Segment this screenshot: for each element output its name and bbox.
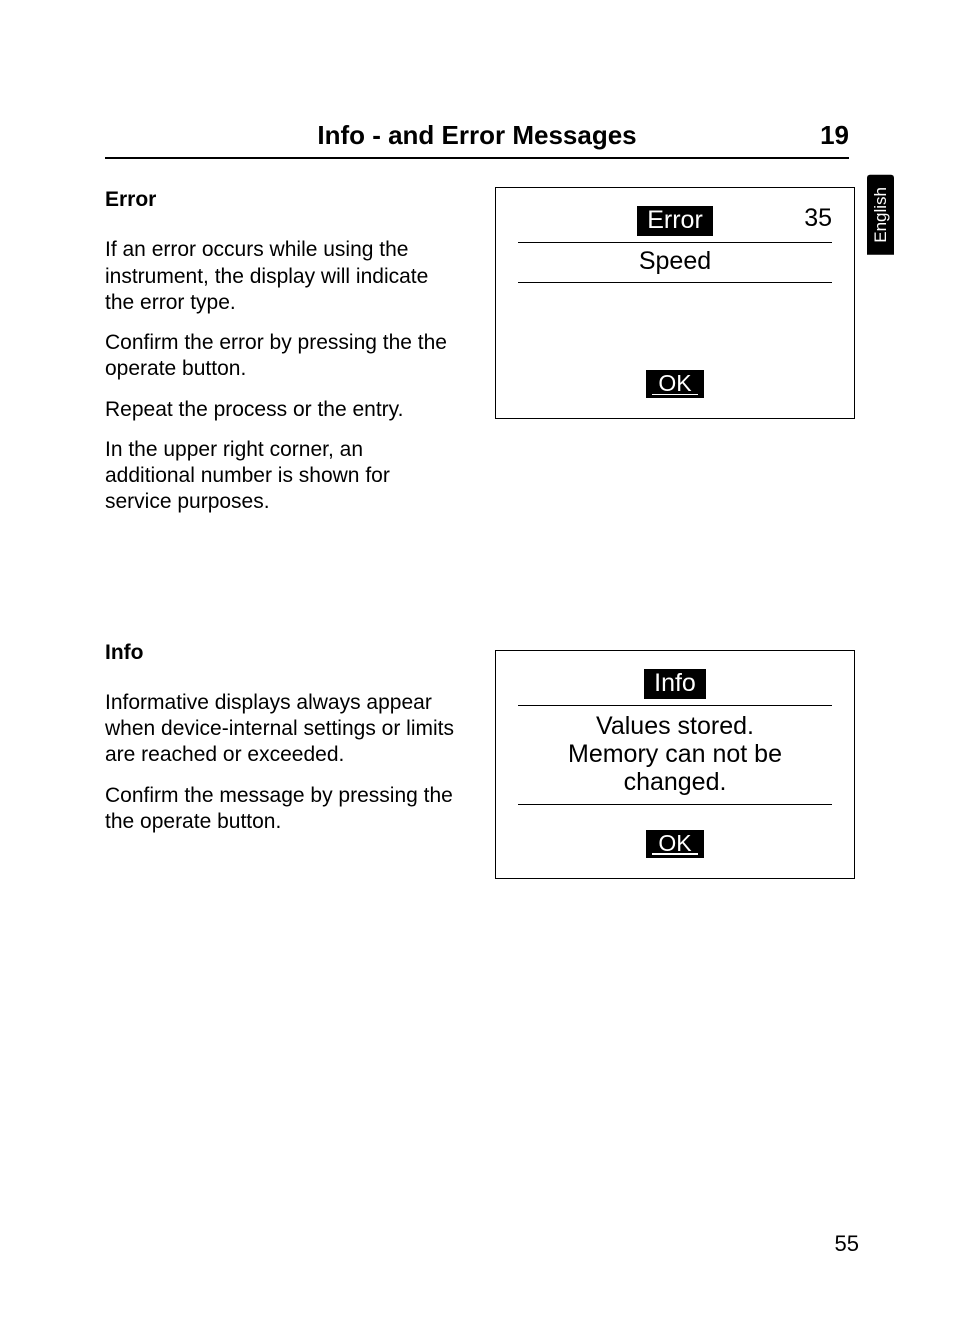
error-badge: Error [637, 206, 713, 236]
info-text-column: Info Informative displays always appear … [105, 640, 455, 879]
info-message-line: Values stored. [596, 712, 754, 740]
language-tab: English [867, 175, 894, 255]
info-heading: Info [105, 640, 455, 666]
info-screen-message: Values stored. Memory can not be changed… [518, 706, 832, 805]
error-paragraph: Repeat the process or the entry. [105, 397, 455, 423]
page-content: Info - and Error Messages 19 Error If an… [0, 0, 954, 879]
page-number: 55 [835, 1231, 859, 1257]
info-screen-title-row: Info [518, 665, 832, 706]
error-screen-spacer [510, 283, 840, 353]
info-screen-ok-row: OK [510, 805, 840, 858]
ok-button[interactable]: OK [646, 830, 703, 858]
chapter-number: 19 [799, 120, 849, 151]
error-section: Error If an error occurs while using the… [105, 187, 849, 530]
info-paragraph: Confirm the message by pressing the the … [105, 783, 455, 836]
error-paragraph: Confirm the error by pressing the the op… [105, 330, 455, 383]
error-type-label: Speed [639, 247, 711, 276]
error-paragraph: In the upper right corner, an additional… [105, 437, 455, 516]
error-heading: Error [105, 187, 455, 213]
error-display-screen: Error 35 Speed OK [495, 187, 855, 419]
ok-button[interactable]: OK [646, 370, 703, 398]
info-screen-column: Info Values stored. Memory can not be ch… [495, 640, 855, 879]
info-paragraph: Informative displays always appear when … [105, 690, 455, 769]
error-screen-ok-row: OK [510, 353, 840, 398]
info-message-line: changed. [624, 768, 727, 796]
error-text-column: Error If an error occurs while using the… [105, 187, 455, 530]
error-screen-column: Error 35 Speed OK [495, 187, 855, 530]
page-header: Info - and Error Messages 19 [105, 120, 849, 159]
info-message-line: Memory can not be [568, 740, 782, 768]
page-title: Info - and Error Messages [105, 120, 799, 151]
error-service-number: 35 [804, 204, 832, 233]
error-screen-title-row: Error 35 [518, 202, 832, 243]
info-section: Info Informative displays always appear … [105, 640, 849, 879]
error-paragraph: If an error occurs while using the instr… [105, 237, 455, 316]
info-badge: Info [644, 669, 706, 699]
info-display-screen: Info Values stored. Memory can not be ch… [495, 650, 855, 879]
error-screen-type-row: Speed [518, 243, 832, 283]
